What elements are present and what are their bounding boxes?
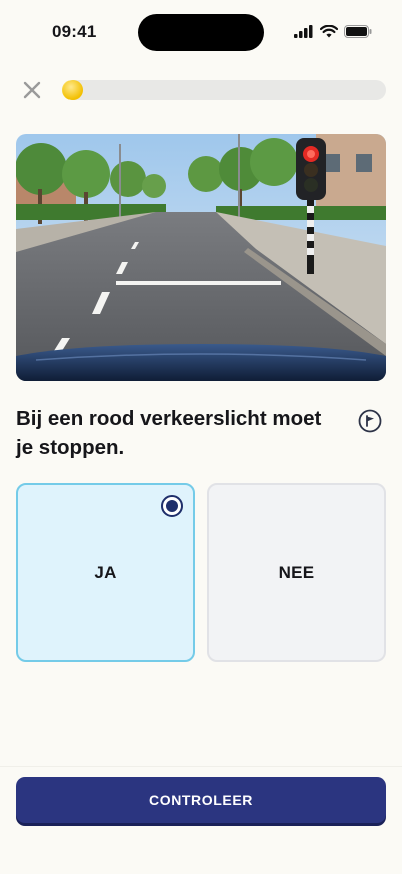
answer-option-ja[interactable]: JA [16, 483, 195, 662]
answer-option-nee[interactable]: NEE [207, 483, 386, 662]
status-icons [294, 25, 372, 38]
road-with-traffic-light-image [16, 134, 386, 381]
flag-icon [358, 409, 382, 433]
status-time: 09:41 [52, 22, 97, 41]
report-button[interactable] [358, 409, 382, 433]
question-text: Bij een rood verkeerslicht moet je stopp… [16, 407, 322, 459]
radio-dot [166, 500, 178, 512]
battery-icon [344, 25, 372, 38]
question-image [16, 134, 386, 381]
progress-indicator [63, 80, 83, 100]
status-bar: 09:41 [0, 0, 402, 62]
dynamic-island [138, 14, 264, 51]
signal-icon [294, 25, 313, 38]
wifi-icon [320, 25, 338, 38]
close-icon [23, 81, 41, 99]
progress-bar [62, 80, 386, 100]
close-button[interactable] [20, 78, 44, 102]
answer-label: JA [94, 562, 117, 582]
check-button[interactable]: CONTROLEER [16, 777, 386, 823]
answer-label: NEE [278, 562, 315, 582]
selected-radio-icon [161, 495, 183, 517]
